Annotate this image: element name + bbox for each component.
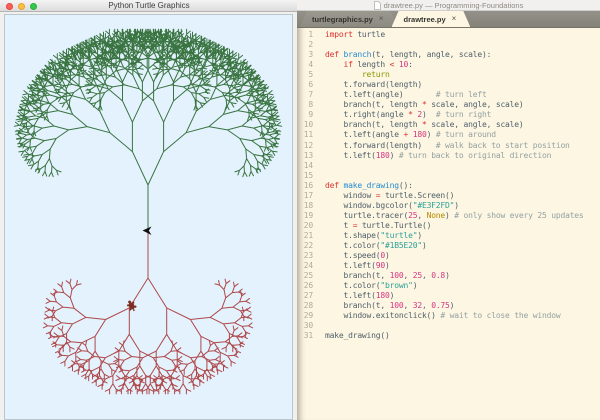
line-number: 5 [297, 70, 321, 80]
tab-bar: turtlegraphics.py × drawtree.py × [297, 11, 600, 28]
code-line: 18 window.bgcolor("#E3F2FD") [297, 201, 600, 211]
line-number: 8 [297, 100, 321, 110]
editor-titlebar: drawtree.py — Programming-Foundations [297, 0, 600, 11]
turtle-canvas[interactable] [4, 14, 293, 420]
code-line: 17 window = turtle.Screen() [297, 191, 600, 201]
code-line: 25 branch(t, 100, 25, 0.8) [297, 271, 600, 281]
code-line: 28 branch(t, 100, 32, 0.75) [297, 301, 600, 311]
minimize-window-button[interactable] [18, 3, 25, 10]
code-line: 6 t.forward(length) [297, 80, 600, 90]
code-line: 13 t.left(180) # turn back to original d… [297, 151, 600, 161]
line-number: 19 [297, 211, 321, 221]
line-number: 15 [297, 171, 321, 181]
code-line: 10 branch(t, length * scale, angle, scal… [297, 120, 600, 130]
fractal-tree-drawing [5, 15, 293, 420]
turtle-window-title: Python Turtle Graphics [0, 0, 298, 12]
line-number: 31 [297, 331, 321, 341]
line-number: 9 [297, 110, 321, 120]
code-line: 21 t.shape("turtle") [297, 231, 600, 241]
code-line: 14 [297, 161, 600, 171]
code-line: 11 t.left(angle + 180) # turn around [297, 130, 600, 140]
line-number: 6 [297, 80, 321, 90]
code-line: 16def make_drawing(): [297, 181, 600, 191]
line-number: 29 [297, 311, 321, 321]
line-number: 4 [297, 60, 321, 70]
code-line: 9 t.right(angle * 2) # turn right [297, 110, 600, 120]
code-line: 24 t.left(90) [297, 261, 600, 271]
turtle-window-titlebar: Python Turtle Graphics [0, 0, 298, 12]
code-line: 8 branch(t, length * scale, angle, scale… [297, 100, 600, 110]
line-number: 11 [297, 130, 321, 140]
line-number: 17 [297, 191, 321, 201]
code-line: 2 [297, 40, 600, 50]
code-line: 4 if length < 10: [297, 60, 600, 70]
mouse-cursor-icon [142, 226, 152, 236]
code-line: 23 t.speed(0) [297, 251, 600, 261]
line-number: 20 [297, 221, 321, 231]
close-tab-icon[interactable]: × [452, 15, 457, 23]
code-line: 19 turtle.tracer(25, None) # only show e… [297, 211, 600, 221]
zoom-window-button[interactable] [30, 3, 37, 10]
document-icon [374, 1, 381, 10]
line-number: 13 [297, 151, 321, 161]
code-line: 15 [297, 171, 600, 181]
code-line: 12 t.forward(length) # walk back to star… [297, 141, 600, 151]
line-number: 23 [297, 251, 321, 261]
tab-drawtree[interactable]: drawtree.py × [392, 11, 471, 27]
line-number: 22 [297, 241, 321, 251]
close-tab-icon[interactable]: × [379, 15, 384, 23]
code-line: 3def branch(t, length, angle, scale): [297, 50, 600, 60]
close-window-button[interactable] [6, 3, 13, 10]
traffic-lights [6, 3, 37, 10]
turtle-window-frame [0, 13, 297, 420]
code-line: 22 t.color("#1B5E20") [297, 241, 600, 251]
line-number: 26 [297, 281, 321, 291]
line-number: 21 [297, 231, 321, 241]
line-number: 1 [297, 30, 321, 40]
code-line: 7 t.left(angle) # turn left [297, 90, 600, 100]
code-line: 26 t.color("brown") [297, 281, 600, 291]
code-line: 30 [297, 321, 600, 331]
tab-label: drawtree.py [404, 15, 446, 24]
green-tree-path [14, 29, 281, 231]
turtle-cursor-icon [125, 299, 138, 312]
line-number: 24 [297, 261, 321, 271]
code-area[interactable]: 1import turtle23def branch(t, length, an… [297, 28, 600, 341]
editor-window: drawtree.py — Programming-Foundations tu… [297, 0, 600, 420]
brown-tree-path [43, 231, 252, 394]
code-line: 20 t = turtle.Turtle() [297, 221, 600, 231]
line-number: 2 [297, 40, 321, 50]
line-number: 14 [297, 161, 321, 171]
tab-label: turtlegraphics.py [312, 15, 373, 24]
turtle-graphics-window: Python Turtle Graphics [0, 0, 298, 420]
line-number: 7 [297, 90, 321, 100]
line-number: 3 [297, 50, 321, 60]
code-line: 5 return [297, 70, 600, 80]
line-number: 27 [297, 291, 321, 301]
line-number: 10 [297, 120, 321, 130]
code-line: 29 window.exitonclick() # wait to close … [297, 311, 600, 321]
editor-window-title: drawtree.py — Programming-Foundations [384, 1, 524, 10]
code-line: 1import turtle [297, 30, 600, 40]
line-number: 18 [297, 201, 321, 211]
line-number: 12 [297, 141, 321, 151]
code-line: 31make_drawing() [297, 331, 600, 341]
line-number: 28 [297, 301, 321, 311]
code-line: 27 t.left(180) [297, 291, 600, 301]
line-number: 30 [297, 321, 321, 331]
tab-turtlegraphics[interactable]: turtlegraphics.py × [300, 11, 398, 27]
line-number: 16 [297, 181, 321, 191]
line-number: 25 [297, 271, 321, 281]
